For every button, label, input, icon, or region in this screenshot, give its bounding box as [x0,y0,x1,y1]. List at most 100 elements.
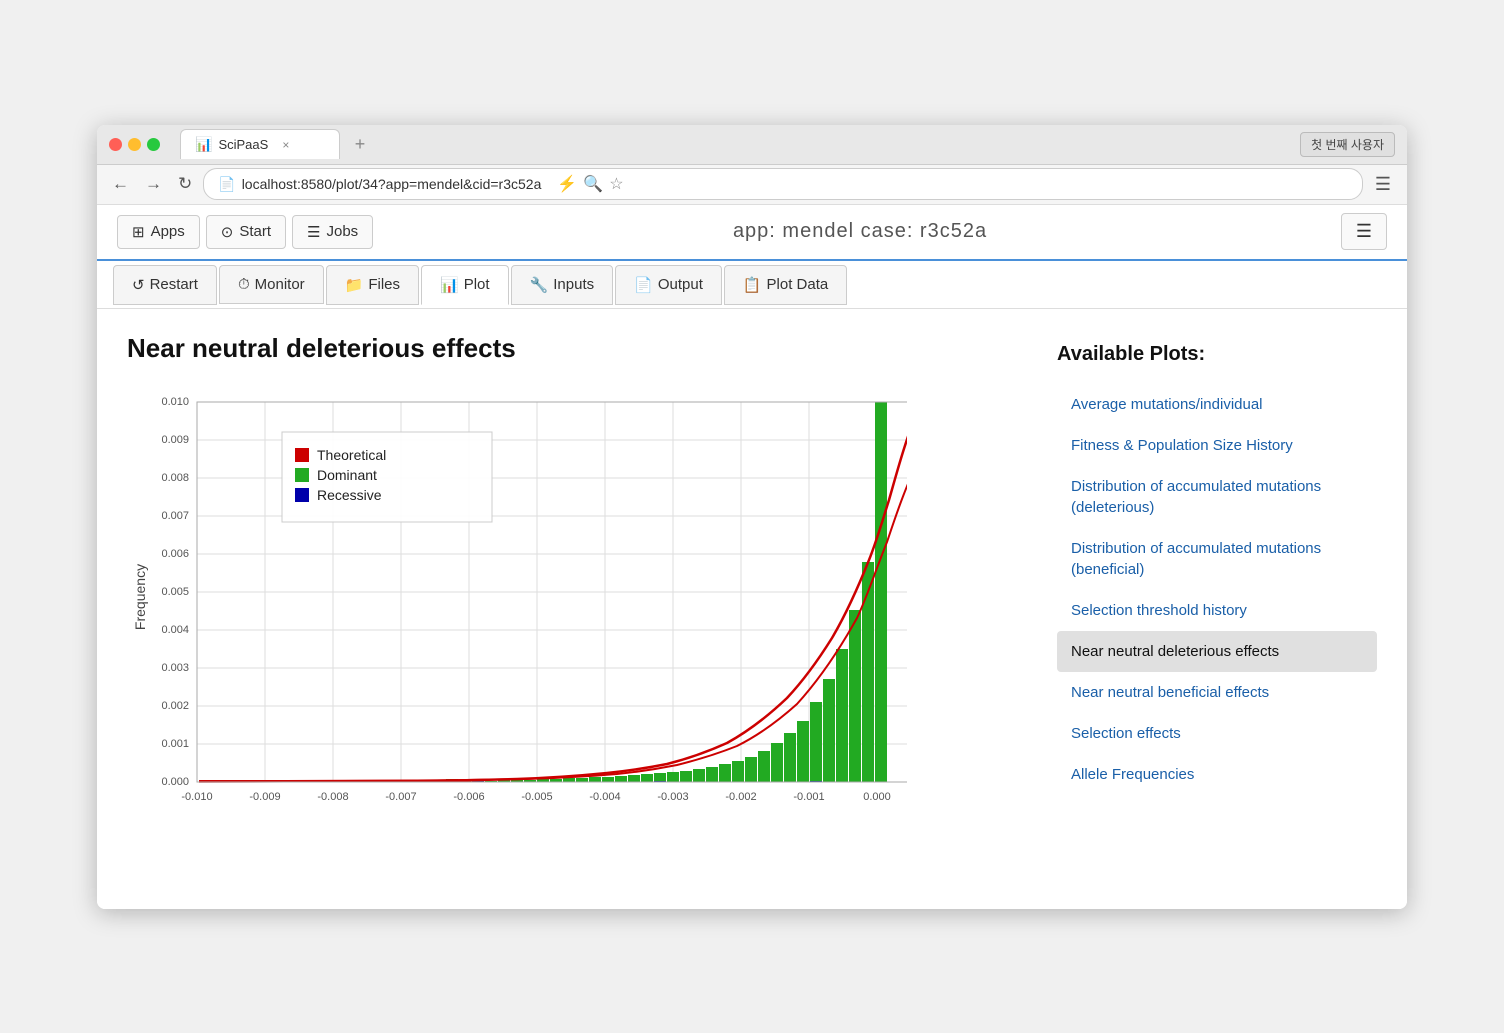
svg-text:0.008: 0.008 [161,472,189,484]
sidebar-link-0[interactable]: Average mutations/individual [1057,384,1377,425]
page-tabs: ↺ Restart ⏱ Monitor 📁 Files 📊 Plot 🔧 Inp… [97,261,1407,309]
sidebar-link-7[interactable]: Selection effects [1057,713,1377,754]
tab-files[interactable]: 📁 Files [326,265,419,305]
plot-label: Plot [464,276,490,293]
main-menu-button[interactable]: ☰ [1341,213,1387,250]
svg-text:-0.008: -0.008 [317,791,348,803]
traffic-lights [109,138,160,151]
tab-output[interactable]: 📄 Output [615,265,722,305]
tab-favicon: 📊 [195,136,212,153]
star-icon[interactable]: ☆ [609,174,623,194]
svg-text:0.000: 0.000 [161,776,189,788]
browser-window: 📊 SciPaaS × + 첫 번째 사용자 ← → ↻ 📄 localhost… [97,125,1407,909]
svg-text:0.005: 0.005 [161,586,189,598]
app-toolbar: ⊞ Apps ⊙ Start ☰ Jobs app: mendel case: … [97,205,1407,261]
monitor-label: Monitor [255,276,305,293]
svg-text:0.001: 0.001 [161,738,189,750]
svg-text:-0.005: -0.005 [521,791,552,803]
jobs-icon: ☰ [307,223,320,241]
inputs-icon: 🔧 [530,276,549,294]
tab-inputs[interactable]: 🔧 Inputs [511,265,614,305]
inputs-label: Inputs [553,276,594,293]
svg-text:0.010: 0.010 [161,396,189,408]
chart-container: Frequency 0.000 0.001 0.002 0.003 0.004 … [127,382,907,832]
sidebar-link-6[interactable]: Near neutral beneficial effects [1057,672,1377,713]
chart-title: Near neutral deleterious effects [127,333,1027,364]
chart-svg: Frequency 0.000 0.001 0.002 0.003 0.004 … [127,382,907,832]
refresh-button[interactable]: ↻ [173,172,197,196]
jobs-label: Jobs [327,223,359,240]
svg-text:0.006: 0.006 [161,548,189,560]
sidebar-link-5[interactable]: Near neutral deleterious effects [1057,631,1377,672]
app-info: app: mendel case: r3c52a [379,220,1341,243]
start-label: Start [239,223,271,240]
output-label: Output [658,276,703,293]
plot-data-label: Plot Data [767,276,829,293]
svg-text:-0.006: -0.006 [453,791,484,803]
zoom-icon[interactable]: 🔍 [583,174,603,194]
svg-text:0.002: 0.002 [161,700,189,712]
start-icon: ⊙ [221,223,234,241]
chart-section: Near neutral deleterious effects Frequen… [127,333,1027,885]
sidebar-title: Available Plots: [1057,343,1377,366]
svg-text:Theoretical: Theoretical [317,447,386,463]
browser-menu-button[interactable]: ☰ [1369,172,1397,197]
apps-button[interactable]: ⊞ Apps [117,215,200,249]
svg-text:0.009: 0.009 [161,434,189,446]
sidebar-link-8[interactable]: Allele Frequencies [1057,754,1377,795]
tab-close-button[interactable]: × [282,138,289,152]
files-label: Files [368,276,400,293]
svg-text:0.007: 0.007 [161,510,189,522]
sidebar-link-1[interactable]: Fitness & Population Size History [1057,425,1377,466]
svg-text:Frequency: Frequency [132,563,148,629]
plot-icon: 📊 [440,276,459,294]
minimize-traffic-light[interactable] [128,138,141,151]
svg-text:-0.001: -0.001 [793,791,824,803]
content-area: Near neutral deleterious effects Frequen… [97,309,1407,909]
tab-plot-data[interactable]: 📋 Plot Data [724,265,847,305]
svg-text:0.004: 0.004 [161,624,189,636]
tab-restart[interactable]: ↺ Restart [113,265,217,305]
svg-text:-0.010: -0.010 [181,791,212,803]
restart-icon: ↺ [132,276,145,294]
forward-button[interactable]: → [140,172,167,196]
browser-tab[interactable]: 📊 SciPaaS × [180,129,340,159]
back-button[interactable]: ← [107,172,134,196]
user-button[interactable]: 첫 번째 사용자 [1300,132,1395,157]
jobs-button[interactable]: ☰ Jobs [292,215,373,249]
sidebar-link-3[interactable]: Distribution of accumulated mutations (b… [1057,528,1377,590]
url-box[interactable]: 📄 localhost:8580/plot/34?app=mendel&cid=… [203,168,1363,200]
new-tab-button[interactable]: + [346,130,374,158]
svg-text:-0.007: -0.007 [385,791,416,803]
svg-text:Dominant: Dominant [317,467,377,483]
svg-text:-0.003: -0.003 [657,791,688,803]
svg-text:-0.004: -0.004 [589,791,620,803]
sidebar-link-2[interactable]: Distribution of accumulated mutations (d… [1057,466,1377,528]
title-bar: 📊 SciPaaS × + 첫 번째 사용자 [97,125,1407,165]
monitor-icon: ⏱ [238,276,250,293]
restart-label: Restart [150,276,198,293]
apps-icon: ⊞ [132,223,145,241]
output-icon: 📄 [634,276,653,294]
address-icons: ⚡ 🔍 ☆ [557,174,623,194]
svg-text:Recessive: Recessive [317,487,382,503]
url-text: localhost:8580/plot/34?app=mendel&cid=r3… [242,176,542,192]
tab-title: SciPaaS [218,137,268,152]
svg-text:-0.009: -0.009 [249,791,280,803]
svg-text:0.003: 0.003 [161,662,189,674]
start-button[interactable]: ⊙ Start [206,215,286,249]
sidebar: Available Plots: Average mutations/indiv… [1057,333,1377,885]
page-icon: 📄 [218,176,235,193]
tab-plot[interactable]: 📊 Plot [421,265,509,305]
sidebar-link-4[interactable]: Selection threshold history [1057,590,1377,631]
address-bar: ← → ↻ 📄 localhost:8580/plot/34?app=mende… [97,165,1407,205]
tab-bar: 📊 SciPaaS × + [180,129,1292,159]
svg-text:-0.002: -0.002 [725,791,756,803]
files-icon: 📁 [345,276,364,294]
tab-monitor[interactable]: ⏱ Monitor [219,265,324,304]
fullscreen-traffic-light[interactable] [147,138,160,151]
svg-text:0.000: 0.000 [863,791,891,803]
close-traffic-light[interactable] [109,138,122,151]
lightning-icon: ⚡ [557,174,577,194]
apps-label: Apps [151,223,185,240]
